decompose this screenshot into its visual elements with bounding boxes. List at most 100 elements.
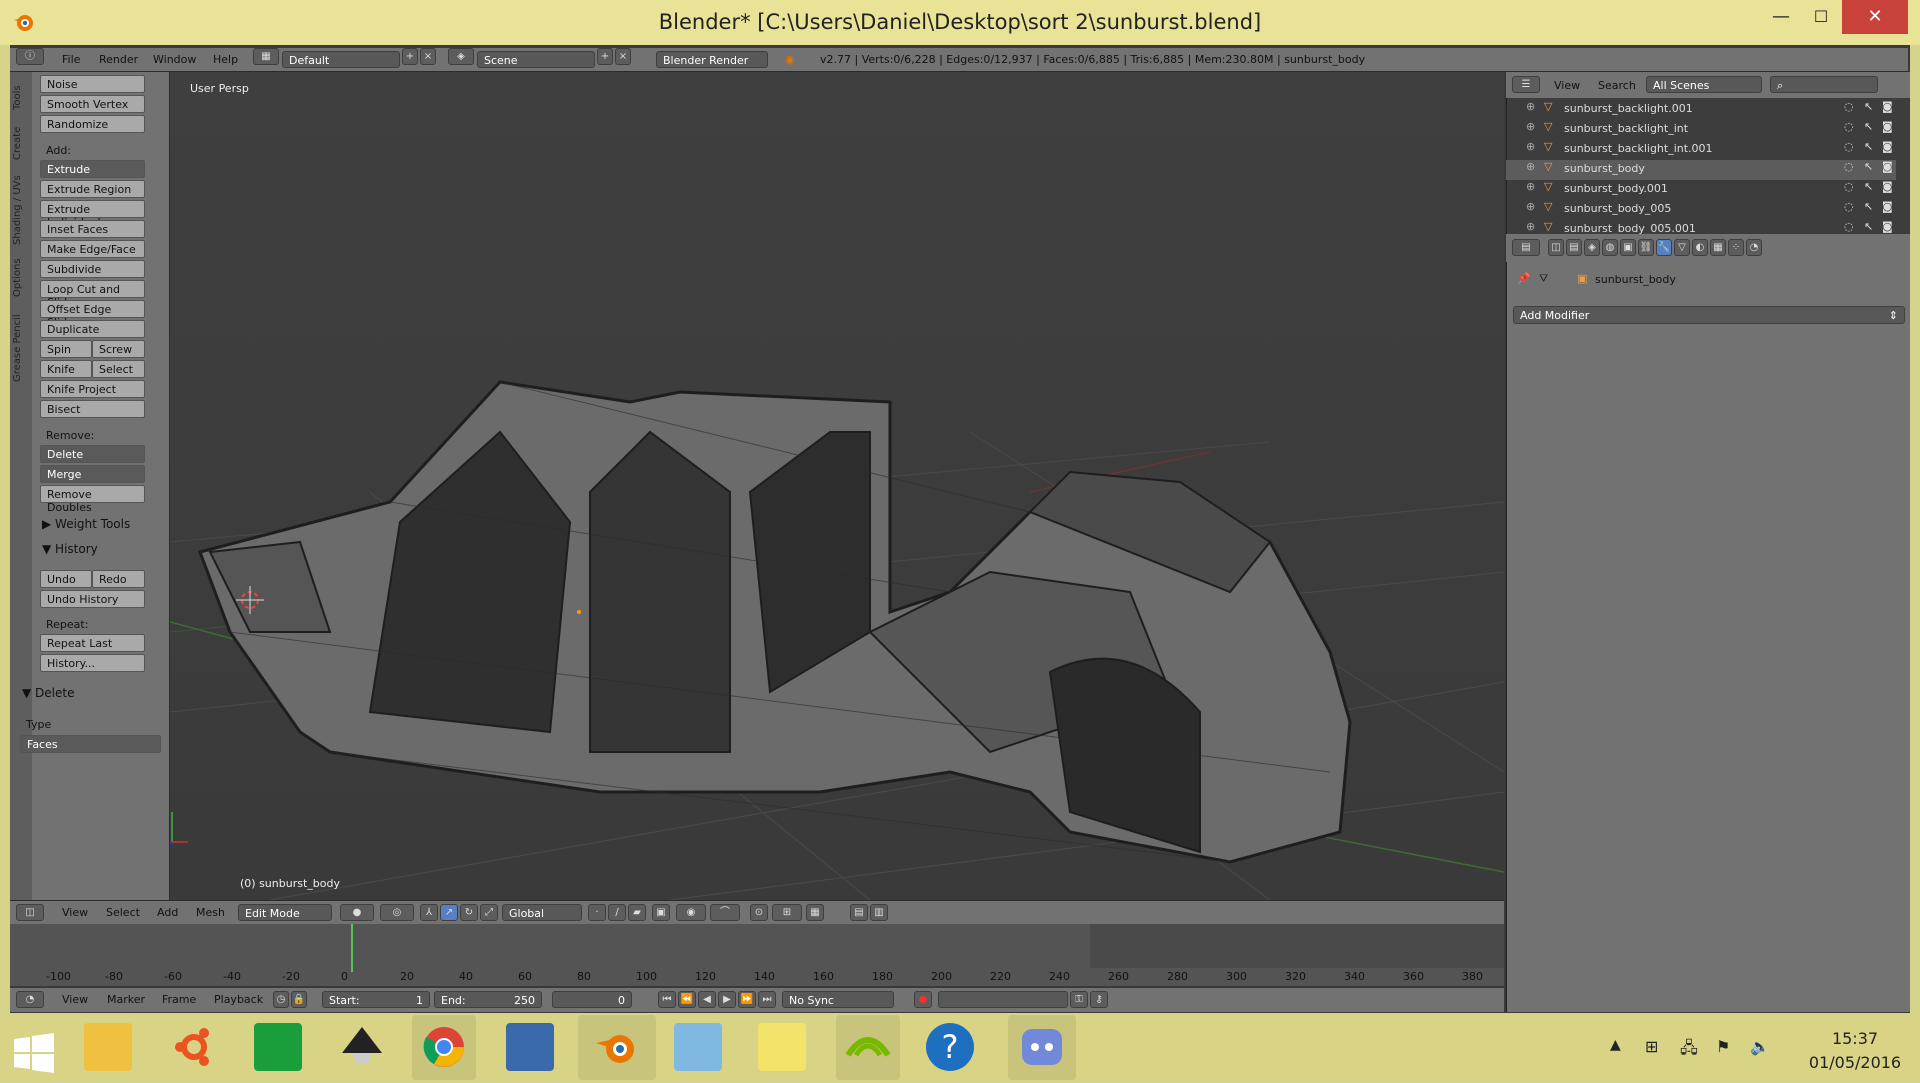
smooth-vertex-button[interactable]: Smooth Vertex [40, 95, 145, 113]
orientation-select[interactable]: Global [502, 904, 582, 921]
screen-layout-icon[interactable]: ▦ [253, 48, 279, 65]
tray-network-icon[interactable]: 🖧 [1680, 1037, 1698, 1064]
shading-select-icon[interactable]: ● [340, 904, 374, 921]
object-tab-icon[interactable]: ▣ [1620, 239, 1636, 256]
falloff-icon[interactable]: ⌒ [710, 904, 740, 921]
scale-icon[interactable]: ⤢ [480, 904, 498, 921]
render-camera-icon[interactable]: ◙ [1882, 100, 1893, 113]
notepad-icon[interactable] [674, 1023, 722, 1071]
remove-layout-icon[interactable]: × [420, 48, 436, 65]
start-frame-field[interactable]: Start: 1 [322, 991, 430, 1008]
rotate-icon[interactable]: ↻ [460, 904, 478, 921]
jump-start-icon[interactable]: ⏮ [658, 991, 676, 1008]
subdivide-button[interactable]: Subdivide [40, 260, 145, 278]
texture-tab-icon[interactable]: ▦ [1710, 239, 1726, 256]
noise-button[interactable]: Noise [40, 75, 145, 93]
scene-icon[interactable]: ◈ [448, 48, 474, 65]
menu-window[interactable]: Window [153, 53, 196, 66]
timeline[interactable]: -100 -80 -60 -40 -20 0 20 40 60 80 100 120 140 160 180… [10, 924, 1504, 986]
tray-flag-icon[interactable]: ⚑ [1716, 1037, 1730, 1056]
undo-button[interactable]: Undo [40, 570, 92, 588]
edge-select-icon[interactable]: / [608, 904, 626, 921]
outliner-item[interactable]: ⊕ ▽ sunburst_body_005 ◌ ↖ ◙ [1506, 200, 1896, 220]
add-layout-icon[interactable]: + [402, 48, 418, 65]
playhead[interactable] [351, 924, 353, 972]
vp-menu-view[interactable]: View [62, 906, 88, 919]
loop-cut-slide-button[interactable]: Loop Cut and Slide [40, 280, 145, 309]
remove-doubles-button[interactable]: Remove Doubles [40, 485, 145, 514]
bisect-button[interactable]: Bisect [40, 400, 145, 418]
screw-button[interactable]: Screw [92, 340, 145, 358]
proportional-edit-icon[interactable]: ◉ [676, 904, 706, 921]
play-reverse-icon[interactable]: ◀ [698, 991, 716, 1008]
outliner-item[interactable]: ⊕ ▽ sunburst_body ◌ ↖ ◙ [1506, 160, 1896, 180]
insert-keyframe-icon[interactable]: ⚿ [1070, 991, 1088, 1008]
tl-menu-view[interactable]: View [62, 993, 88, 1006]
tab-create[interactable]: Create [12, 122, 30, 164]
visibility-eye-icon[interactable]: ◌ [1844, 180, 1854, 193]
render-engine-select[interactable]: Blender Render [656, 51, 768, 68]
outliner-item[interactable]: ⊕ ▽ sunburst_body.001 ◌ ↖ ◙ [1506, 180, 1896, 200]
delete-select[interactable]: Delete [40, 445, 145, 463]
vp-menu-mesh[interactable]: Mesh [196, 906, 225, 919]
knife-select-button[interactable]: Select [92, 360, 145, 378]
current-frame-field[interactable]: 0 [552, 991, 632, 1008]
extrude-select[interactable]: Extrude [40, 160, 145, 178]
data-tab-icon[interactable]: ▽ [1674, 239, 1690, 256]
editor-type-info-icon[interactable]: ⓘ [16, 48, 44, 65]
repeat-last-button[interactable]: Repeat Last [40, 634, 145, 652]
manipulator-icon[interactable]: ⅄ [420, 904, 438, 921]
select-arrow-icon[interactable]: ↖ [1864, 160, 1873, 173]
snap-element-icon[interactable]: ⊞ [772, 904, 802, 921]
vertex-select-icon[interactable]: · [588, 904, 606, 921]
layout-field[interactable]: Default [282, 51, 400, 68]
extrude-region-button[interactable]: Extrude Region [40, 180, 145, 198]
material-tab-icon[interactable]: ◐ [1692, 239, 1708, 256]
particles-tab-icon[interactable]: ⁘ [1728, 239, 1744, 256]
select-arrow-icon[interactable]: ↖ [1864, 180, 1873, 193]
clock-date[interactable]: 01/05/2016 [1800, 1053, 1910, 1072]
render-preview-icon[interactable]: ▤ [850, 904, 868, 921]
render-anim-icon[interactable]: ▥ [870, 904, 888, 921]
modifiers-tab-icon[interactable]: 🔧 [1656, 239, 1672, 256]
editor-type-outliner-icon[interactable]: ☰ [1512, 76, 1540, 93]
scene-field[interactable]: Scene [477, 51, 595, 68]
vp-menu-add[interactable]: Add [157, 906, 178, 919]
duplicate-button[interactable]: Duplicate [40, 320, 145, 338]
merge-select[interactable]: Merge [40, 465, 145, 483]
inkscape-icon[interactable] [338, 1023, 386, 1071]
keying-set-field[interactable] [938, 991, 1068, 1008]
clock-time[interactable]: 15:37 [1800, 1029, 1910, 1048]
operator-panel[interactable]: ▼ Delete [22, 686, 74, 700]
randomize-button[interactable]: Randomize [40, 115, 145, 133]
photo-editor-icon[interactable] [506, 1023, 554, 1071]
add-modifier-select[interactable]: Add Modifier ⇕ [1513, 306, 1905, 324]
physics-tab-icon[interactable]: ◔ [1746, 239, 1762, 256]
help-icon[interactable]: ? [926, 1023, 974, 1071]
world-tab-icon[interactable]: ◍ [1602, 239, 1618, 256]
outliner-menu-search[interactable]: Search [1598, 79, 1636, 92]
render-camera-icon[interactable]: ◙ [1882, 160, 1893, 173]
visibility-eye-icon[interactable]: ◌ [1844, 140, 1854, 153]
menu-file[interactable]: File [62, 53, 80, 66]
visibility-eye-icon[interactable]: ◌ [1844, 160, 1854, 173]
lock-range-icon[interactable]: 🔒 [291, 991, 307, 1008]
sticky-notes-icon[interactable] [758, 1023, 806, 1071]
close-button[interactable]: ✕ [1842, 0, 1908, 34]
remove-scene-icon[interactable]: × [615, 48, 631, 65]
outliner-item[interactable]: ⊕ ▽ sunburst_backlight_int.001 ◌ ↖ ◙ [1506, 140, 1896, 160]
select-arrow-icon[interactable]: ↖ [1864, 120, 1873, 133]
outliner-menu-view[interactable]: View [1554, 79, 1580, 92]
render-camera-icon[interactable]: ◙ [1882, 120, 1893, 133]
editor-type-timeline-icon[interactable]: ◔ [16, 991, 44, 1008]
tab-tools[interactable]: Tools [12, 80, 30, 116]
knife-project-button[interactable]: Knife Project [40, 380, 145, 398]
limit-selection-icon[interactable]: ▣ [652, 904, 670, 921]
select-arrow-icon[interactable]: ↖ [1864, 100, 1873, 113]
vp-menu-select[interactable]: Select [106, 906, 140, 919]
layers-icon[interactable]: ▦ [806, 904, 824, 921]
render-camera-icon[interactable]: ◙ [1882, 180, 1893, 193]
render-camera-icon[interactable]: ◙ [1882, 200, 1893, 213]
weight-tools-panel[interactable]: ▶ Weight Tools [42, 517, 130, 531]
preview-range-icon[interactable]: ◷ [273, 991, 289, 1008]
